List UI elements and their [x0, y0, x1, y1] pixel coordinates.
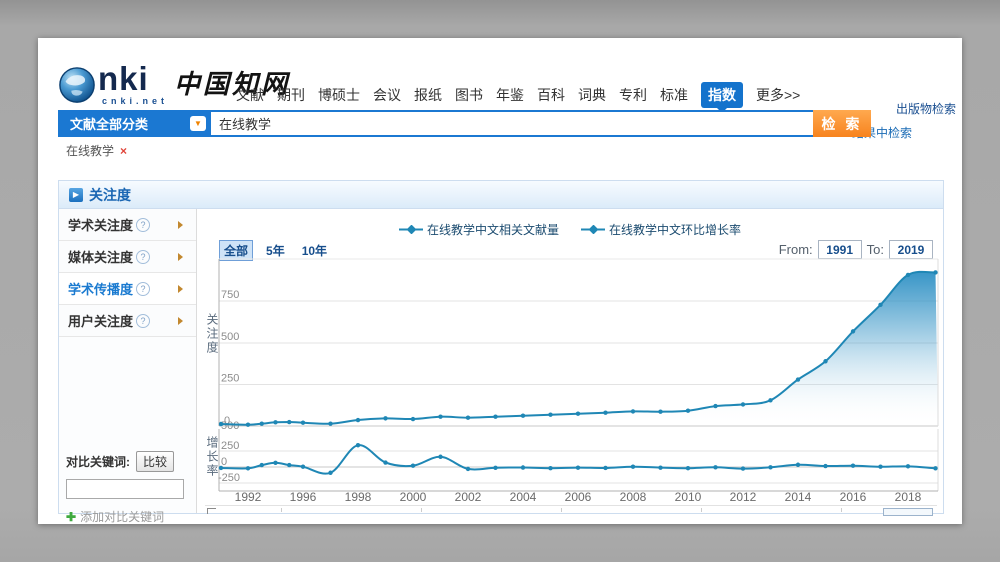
sidebar-item[interactable]: 媒体关注度?: [59, 241, 196, 273]
panel-header: ▶ 关注度: [59, 181, 943, 209]
compare-button[interactable]: 比较: [136, 451, 174, 472]
play-icon: ▶: [69, 188, 83, 202]
nav-item[interactable]: 图书: [455, 85, 483, 105]
top-nav: 文献期刊博硕士会议报纸图书年鉴百科词典专利标准指数更多>>: [236, 82, 800, 108]
svg-text:-250: -250: [218, 472, 240, 484]
attention-panel: ▶ 关注度 学术关注度?媒体关注度?学术传播度?用户关注度? 对比关键词:比较 …: [58, 180, 944, 514]
svg-text:500: 500: [221, 331, 239, 343]
nav-item[interactable]: 会议: [373, 85, 401, 105]
legend-item[interactable]: 在线教学中文相关文献量: [399, 221, 559, 238]
chevron-down-icon: ▼: [190, 116, 206, 131]
x-axis-tick-label: 2004: [501, 490, 545, 504]
slider-tick: [701, 508, 702, 512]
compare-block: 对比关键词: 比较 ✚ 添加对比关键词: [66, 451, 190, 525]
nav-item[interactable]: 百科: [537, 85, 565, 105]
sidebar-item-label: 用户关注度: [68, 311, 133, 330]
documents-line-chart[interactable]: 7505002500500: [201, 257, 941, 431]
legend-marker-icon: [399, 225, 423, 234]
x-axis-tick-label: 2002: [446, 490, 490, 504]
chart-region: 在线教学中文相关文献量在线教学中文环比增长率 全部5年10年 From: To:…: [197, 209, 943, 513]
x-axis-tick-label: 2008: [611, 490, 655, 504]
nav-item[interactable]: 博硕士: [318, 85, 360, 105]
slider-handle[interactable]: [883, 508, 933, 516]
x-axis-tick-label: 2010: [666, 490, 710, 504]
from-label: From:: [779, 242, 813, 257]
brand-text: nki: [98, 60, 149, 98]
expand-arrow-icon: [178, 285, 187, 293]
expand-arrow-icon: [178, 253, 187, 261]
globe-icon: [58, 66, 96, 104]
compare-keyword-input[interactable]: [66, 479, 184, 499]
nav-item[interactable]: 专利: [619, 85, 647, 105]
slider-bracket-icon: [207, 508, 216, 514]
legend-label: 在线教学中文环比增长率: [609, 221, 741, 238]
slider-tick: [421, 508, 422, 512]
help-icon[interactable]: ?: [136, 282, 150, 296]
to-label: To:: [867, 242, 884, 257]
x-axis-tick-label: 1998: [336, 490, 380, 504]
x-axis-tick-label: 2012: [721, 490, 765, 504]
svg-text:250: 250: [221, 373, 239, 385]
sidebar-item-label: 媒体关注度: [68, 247, 133, 266]
expand-arrow-icon: [178, 317, 187, 325]
expand-arrow-icon: [178, 221, 187, 229]
sidebar: 学术关注度?媒体关注度?学术传播度?用户关注度? 对比关键词:比较 ✚添加对比关…: [59, 209, 197, 513]
add-compare-link[interactable]: ✚ 添加对比关键词: [66, 508, 190, 525]
svg-text:250: 250: [221, 440, 239, 452]
slider-tick: [841, 508, 842, 512]
legend-label: 在线教学中文相关文献量: [427, 221, 559, 238]
query-tag-text: 在线教学: [66, 144, 114, 158]
x-axis-tick-label: 2006: [556, 490, 600, 504]
nav-item[interactable]: 指数: [701, 82, 743, 108]
nav-item[interactable]: 期刊: [277, 85, 305, 105]
cnki-page: nki 中国知网 cnki.net 文献期刊博硕士会议报纸图书年鉴百科词典专利标…: [38, 38, 962, 524]
panel-title: 关注度: [89, 185, 131, 205]
plus-icon: ✚: [66, 510, 76, 524]
compare-label: 对比关键词:: [66, 455, 130, 469]
help-icon[interactable]: ?: [136, 218, 150, 232]
nav-item[interactable]: 报纸: [414, 85, 442, 105]
x-axis-tick-label: 1996: [281, 490, 325, 504]
help-icon[interactable]: ?: [136, 314, 150, 328]
category-label: 文献全部分类: [70, 114, 148, 133]
x-axis-tick-label: 2000: [391, 490, 435, 504]
nav-item[interactable]: 更多>>: [756, 85, 800, 105]
slider-tick: [561, 508, 562, 512]
sidebar-item[interactable]: 用户关注度?: [59, 305, 196, 337]
category-dropdown[interactable]: 文献全部分类 ▼: [58, 110, 211, 137]
x-axis-tick-label: 2018: [886, 490, 930, 504]
sidebar-item[interactable]: 学术关注度?: [59, 209, 196, 241]
search-button[interactable]: 检 索: [813, 110, 871, 137]
add-compare-text: 添加对比关键词: [80, 510, 164, 524]
svg-text:750: 750: [221, 289, 239, 301]
chart-legend: 在线教学中文相关文献量 在线教学中文环比增长率: [197, 221, 943, 238]
range-slider-strip[interactable]: [205, 505, 937, 514]
nav-item[interactable]: 年鉴: [496, 85, 524, 105]
legend-marker-icon: [581, 225, 605, 234]
growth-rate-line-chart[interactable]: 2500-250: [201, 429, 941, 495]
sidebar-item-label: 学术传播度: [68, 279, 133, 298]
search-bar: 文献全部分类 ▼ 检 索: [58, 110, 871, 137]
x-axis-tick-label: 2014: [776, 490, 820, 504]
nav-item[interactable]: 文献: [236, 85, 264, 105]
sidebar-item-label: 学术关注度: [68, 215, 133, 234]
nav-item[interactable]: 标准: [660, 85, 688, 105]
help-icon[interactable]: ?: [136, 250, 150, 264]
brand-domain: cnki.net: [102, 96, 168, 106]
sidebar-item[interactable]: 学术传播度?: [59, 273, 196, 305]
slider-tick: [281, 508, 282, 512]
remove-tag-icon[interactable]: ×: [120, 144, 127, 158]
publication-search-link[interactable]: 出版物检索: [896, 100, 956, 117]
nav-item[interactable]: 词典: [578, 85, 606, 105]
x-axis-tick-label: 2016: [831, 490, 875, 504]
legend-item[interactable]: 在线教学中文环比增长率: [581, 221, 741, 238]
search-input[interactable]: [211, 110, 813, 137]
query-tag: 在线教学 ×: [66, 142, 127, 159]
x-axis-tick-label: 1992: [226, 490, 270, 504]
